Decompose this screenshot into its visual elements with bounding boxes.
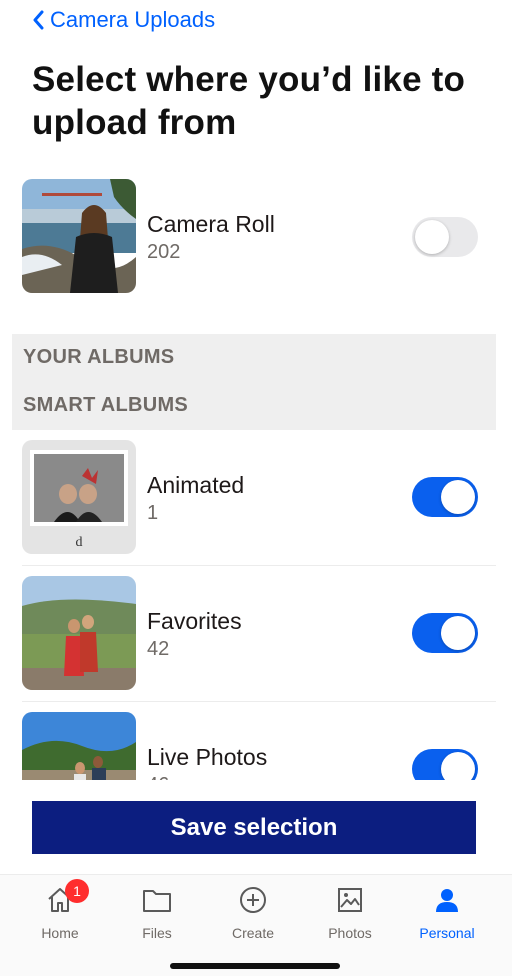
album-count-live-photos: 46 — [147, 774, 169, 780]
tab-label-personal: Personal — [419, 925, 475, 941]
tab-create[interactable]: Create — [213, 883, 293, 945]
album-section-headers: YOUR ALBUMS SMART ALBUMS — [12, 334, 496, 430]
live-photos-toggle[interactable] — [412, 749, 478, 780]
back-label: Camera Uploads — [50, 7, 216, 32]
photo-icon — [333, 883, 367, 917]
camera-roll-thumbnail — [22, 179, 136, 293]
tab-label-create: Create — [231, 925, 275, 941]
album-row-favorites: Favorites 42 — [0, 566, 496, 702]
save-selection-button[interactable]: Save selection — [32, 801, 476, 854]
smart-albums-header: SMART ALBUMS — [23, 394, 189, 416]
camera-roll-name: Camera Roll — [147, 211, 275, 237]
home-indicator — [170, 963, 340, 969]
person-icon — [430, 883, 464, 917]
album-name-animated: Animated — [147, 472, 245, 498]
your-albums-header: YOUR ALBUMS — [23, 346, 175, 368]
album-name-favorites: Favorites — [147, 608, 242, 634]
tab-bar: 1 Home Files Create Photos Personal — [0, 874, 512, 976]
album-count-animated: 1 — [147, 502, 159, 524]
favorites-toggle[interactable] — [412, 613, 478, 653]
toggle-knob — [441, 480, 475, 514]
chevron-left-icon — [32, 6, 48, 34]
live-photos-thumbnail — [22, 712, 136, 780]
animated-thumbnail: d — [22, 440, 136, 554]
tab-home[interactable]: 1 Home — [20, 879, 100, 945]
tab-files[interactable]: Files — [117, 883, 197, 945]
page-title: Select where you’d like to upload from — [32, 60, 466, 142]
animated-toggle[interactable] — [412, 477, 478, 517]
svg-text:d: d — [76, 535, 83, 550]
tab-photos[interactable]: Photos — [310, 883, 390, 945]
camera-roll-toggle[interactable] — [412, 217, 478, 257]
album-count-favorites: 42 — [147, 638, 170, 660]
folder-icon — [140, 883, 174, 917]
album-name-live-photos: Live Photos — [147, 744, 268, 770]
smart-albums-list: d Animated 1 Favorites 42 Live Photos — [0, 430, 512, 780]
toggle-knob — [441, 752, 475, 780]
tab-label-photos: Photos — [328, 925, 372, 941]
notification-badge: 1 — [65, 879, 89, 903]
toggle-knob — [415, 220, 449, 254]
plus-circle-icon — [236, 883, 270, 917]
tab-personal[interactable]: Personal — [407, 883, 487, 945]
back-button[interactable]: Camera Uploads — [32, 6, 215, 34]
camera-roll-row: Camera Roll 202 — [0, 171, 496, 307]
camera-roll-count: 202 — [147, 241, 181, 263]
favorites-thumbnail — [22, 576, 136, 690]
album-row-animated: d Animated 1 — [0, 430, 496, 566]
toggle-knob — [441, 616, 475, 650]
album-row-live-photos: Live Photos 46 — [0, 702, 496, 780]
tab-label-home: Home — [41, 925, 79, 941]
tab-label-files: Files — [142, 925, 172, 941]
